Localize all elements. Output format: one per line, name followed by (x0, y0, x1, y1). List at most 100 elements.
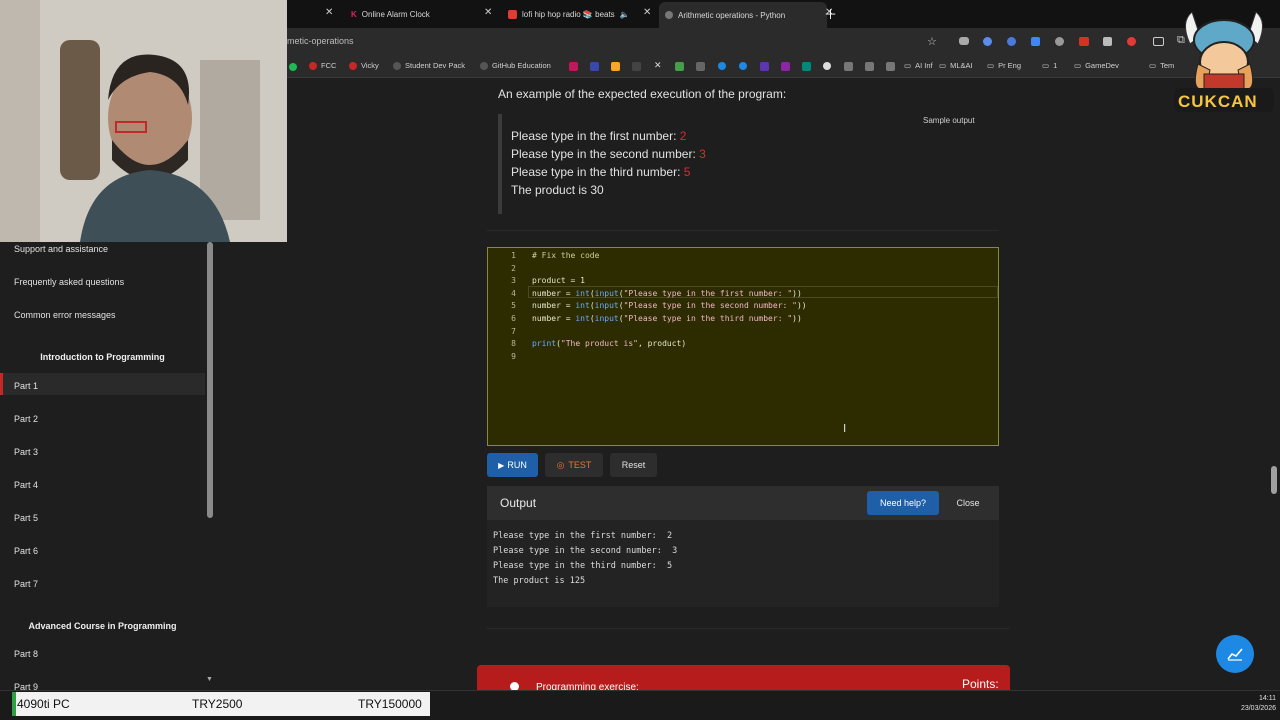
code-line-5: number = int(input("Please type in the s… (532, 301, 807, 310)
line-number: 6 (511, 314, 516, 323)
sample-line: Please type in the first number: 2 (511, 129, 687, 143)
extension-icon[interactable] (983, 37, 992, 46)
output-line: Please type in the first number: 2 (493, 531, 673, 541)
bookmark-icon[interactable] (569, 62, 578, 71)
bookmark-github-education[interactable]: GitHub Education (480, 61, 551, 70)
mute-icon[interactable]: 🔈 (620, 10, 630, 19)
extension-icon[interactable] (1007, 37, 1016, 46)
sidebar-item-part-5[interactable]: Part 5 (14, 513, 38, 523)
sample-output-badge: Sample output (923, 116, 975, 125)
bookmark-icon[interactable] (675, 62, 684, 71)
sidebar-item-part-7[interactable]: Part 7 (14, 579, 38, 589)
ticker-name: 4090ti PC (17, 697, 70, 711)
bookmark-folder-ml-ai[interactable]: ▭ ML&AI (939, 61, 973, 70)
line-number: 7 (511, 327, 516, 336)
bookmark-folder-ai-inf[interactable]: ▭ AI Inf (904, 61, 933, 70)
output-panel: Output Need help? Close Please type in t… (487, 486, 999, 607)
extension-icon[interactable] (1055, 37, 1064, 46)
price-ticker: 4090ti PC TRY2500 TRY150000 (12, 692, 430, 716)
output-line: Please type in the second number: 3 (493, 546, 678, 556)
url-field[interactable]: metic-operations (287, 36, 354, 46)
close-tab-icon[interactable]: ✕ (325, 7, 333, 18)
folder-icon: ▭ (904, 61, 912, 70)
bookmark-icon[interactable] (739, 62, 747, 70)
sidebar-item-faq[interactable]: Frequently asked questions (14, 277, 124, 287)
bookmark-icon[interactable] (696, 62, 705, 71)
bookmark-icon[interactable] (590, 62, 599, 71)
code-editor[interactable]: 1 2 3 4 5 6 7 8 9 # Fix the code product… (487, 247, 999, 446)
adblock-icon[interactable] (1079, 37, 1089, 46)
folder-icon: ▭ (939, 61, 947, 70)
scroll-down-icon[interactable]: ▼ (206, 676, 213, 683)
channel-logo: CUKCAN (1170, 4, 1278, 114)
close-tab-icon[interactable]: ✕ (643, 7, 651, 18)
spotify-icon[interactable] (289, 63, 297, 71)
line-number: 3 (511, 276, 516, 285)
code-line-4: number = int(input("Please type in the f… (532, 289, 802, 298)
extension-icon[interactable] (959, 37, 969, 45)
sidebar-item-part-8[interactable]: Part 8 (14, 649, 38, 659)
run-button[interactable]: ▶ RUN (487, 453, 538, 477)
extension-icon[interactable] (1127, 37, 1136, 46)
sidebar-item-part-6[interactable]: Part 6 (14, 546, 38, 556)
new-tab-icon[interactable]: ＋ (824, 4, 837, 23)
folder-icon: ▭ (1074, 61, 1082, 70)
sidebar-heading-intro: Introduction to Programming (40, 352, 165, 362)
output-line: The product is 125 (493, 576, 586, 586)
bookmark-icon[interactable] (718, 62, 726, 70)
sidebar-item-support[interactable]: Support and assistance (14, 244, 108, 254)
tab-arithmetic[interactable]: Arithmetic operations - Python (659, 2, 827, 28)
output-title: Output (500, 496, 537, 510)
bookmark-icon[interactable] (802, 62, 811, 71)
bookmark-student-dev-pack[interactable]: Student Dev Pack (393, 61, 465, 70)
sample-line: The product is 30 (511, 183, 604, 197)
bookmark-icon[interactable] (611, 62, 620, 71)
bookmark-icon[interactable] (886, 62, 895, 71)
shield-icon[interactable] (1103, 37, 1112, 46)
bookmark-icon[interactable] (760, 62, 769, 71)
bookmarks-bar: FCC Vicky Student Dev Pack GitHub Educat… (287, 56, 1280, 78)
sample-intro-text: An example of the expected execution of … (498, 87, 787, 101)
bookmark-icon[interactable] (823, 62, 831, 70)
youtube-icon (508, 9, 517, 19)
sample-border (498, 114, 502, 214)
bookmark-folder-pr-eng[interactable]: ▭ Pr Eng (987, 61, 1021, 70)
eye-icon: ◎ (556, 459, 565, 470)
stats-button[interactable] (1216, 635, 1254, 673)
system-clock[interactable]: 14:11 23/03/2026 (1220, 694, 1276, 714)
sidebar-scrollbar[interactable] (207, 242, 213, 518)
webcam-person-image (0, 0, 287, 242)
translate-icon[interactable] (1031, 37, 1040, 46)
bookmark-icon[interactable] (865, 62, 874, 71)
bookmark-folder-1[interactable]: ▭ 1 (1042, 61, 1057, 70)
x-icon[interactable]: ✕ (654, 60, 662, 71)
reset-button[interactable]: Reset (610, 453, 657, 477)
extension-icon[interactable] (1153, 37, 1164, 46)
sidebar-item-part-2[interactable]: Part 2 (14, 414, 38, 424)
tab-bar: ✕ K Online Alarm Clock ✕ lofi hip hop ra… (287, 0, 1280, 28)
need-help-button[interactable]: Need help? (867, 491, 939, 515)
star-icon[interactable]: ☆ (927, 35, 937, 48)
bookmark-icon[interactable] (844, 62, 853, 71)
tab-lofi[interactable]: lofi hip hop radio 📚 beats 🔈 (508, 3, 630, 25)
page-scrollbar[interactable] (1271, 466, 1277, 494)
bookmark-fcc[interactable]: FCC (309, 61, 336, 70)
test-button[interactable]: ◎ TEST (545, 453, 603, 477)
sidebar-item-part-9[interactable]: Part 9 (14, 682, 38, 690)
text-cursor-icon: I (843, 422, 847, 435)
close-output-button[interactable]: Close (945, 491, 991, 515)
close-tab-icon[interactable]: ✕ (484, 7, 492, 18)
sidebar-item-common-errors[interactable]: Common error messages (14, 310, 116, 320)
logo-text: CUKCAN (1178, 92, 1258, 111)
bookmark-vicky[interactable]: Vicky (349, 61, 379, 70)
bookmark-icon[interactable] (632, 62, 641, 71)
points-label: Points: (962, 677, 999, 691)
bookmark-folder-gamedev[interactable]: ▭ GameDev (1074, 61, 1119, 70)
bookmark-icon[interactable] (781, 62, 790, 71)
sidebar-item-part-1[interactable]: Part 1 (14, 381, 38, 391)
folder-icon: ▭ (987, 61, 995, 70)
sidebar-item-part-4[interactable]: Part 4 (14, 480, 38, 490)
tab-alarm-clock[interactable]: K Online Alarm Clock (351, 3, 430, 25)
sidebar-item-part-3[interactable]: Part 3 (14, 447, 38, 457)
ticker-accent (12, 692, 16, 716)
